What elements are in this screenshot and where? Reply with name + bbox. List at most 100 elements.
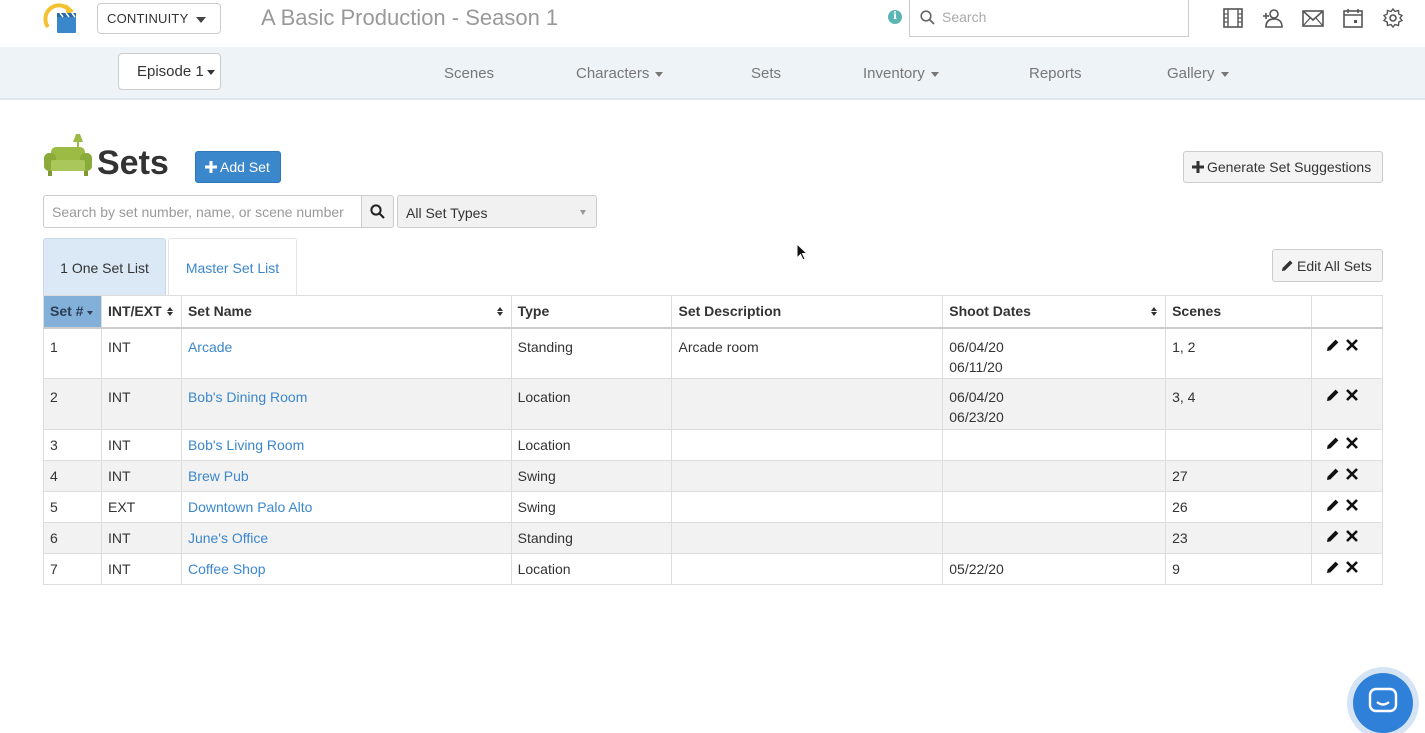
set-name-link[interactable]: Brew Pub bbox=[188, 468, 249, 484]
shoot-date: 06/04/20 bbox=[949, 338, 1004, 355]
nav-gallery[interactable]: Gallery bbox=[1167, 65, 1229, 82]
mail-icon[interactable] bbox=[1302, 8, 1324, 28]
nav-scenes[interactable]: Scenes bbox=[444, 65, 494, 82]
nav-characters[interactable]: Characters bbox=[576, 65, 664, 82]
cell-type: Location bbox=[510, 553, 673, 585]
tab-one-set-list[interactable]: 1 One Set List bbox=[43, 238, 166, 295]
pencil-icon[interactable] bbox=[1326, 498, 1340, 512]
pencil-icon[interactable] bbox=[1326, 467, 1340, 481]
nav-sets[interactable]: Sets bbox=[751, 65, 781, 82]
close-icon[interactable] bbox=[1345, 560, 1359, 574]
workspace-select-label: CONTINUITY bbox=[107, 11, 189, 26]
cell-set-number: 3 bbox=[43, 429, 102, 461]
shoot-date: 06/23/20 bbox=[949, 409, 1004, 425]
table-row: 4 INT Brew Pub Swing 27 bbox=[43, 460, 1384, 492]
generate-set-suggestions-button[interactable]: Generate Set Suggestions bbox=[1183, 151, 1383, 183]
table-row: 1 INT Arcade Standing Arcade room 06/04/… bbox=[43, 327, 1384, 379]
cell-description: Arcade room bbox=[671, 327, 944, 379]
table-row: 5 EXT Downtown Palo Alto Swing 26 bbox=[43, 491, 1384, 523]
cell-set-number: 2 bbox=[43, 378, 102, 430]
set-search-input[interactable] bbox=[52, 204, 352, 220]
close-icon[interactable] bbox=[1345, 338, 1359, 352]
column-header-set-number[interactable]: Set # bbox=[43, 295, 102, 329]
pencil-icon[interactable] bbox=[1326, 529, 1340, 543]
cell-scenes: 1, 2 bbox=[1165, 327, 1312, 379]
column-header-int-ext[interactable]: INT/EXT bbox=[100, 295, 182, 329]
column-header-type: Type bbox=[510, 295, 673, 329]
episode-select[interactable]: Episode 1 bbox=[118, 53, 221, 90]
set-name-link[interactable]: Bob's Dining Room bbox=[188, 389, 307, 405]
global-search-input[interactable] bbox=[942, 9, 1177, 25]
shoot-date: 06/11/20 bbox=[949, 358, 1003, 375]
cell-description bbox=[671, 429, 944, 461]
cell-shoot-dates bbox=[942, 429, 1167, 461]
pencil-icon[interactable] bbox=[1326, 436, 1340, 450]
info-icon[interactable]: i bbox=[888, 10, 902, 24]
close-icon[interactable] bbox=[1345, 529, 1359, 543]
column-header-set-description: Set Description bbox=[671, 295, 944, 329]
cell-actions bbox=[1310, 460, 1384, 492]
table-row: 3 INT Bob's Living Room Location bbox=[43, 429, 1384, 461]
table-row: 6 INT June's Office Standing 23 bbox=[43, 522, 1384, 554]
film-icon[interactable] bbox=[1222, 8, 1244, 28]
tab-master-set-list[interactable]: Master Set List bbox=[168, 238, 297, 295]
set-name-link[interactable]: Downtown Palo Alto bbox=[188, 499, 313, 515]
cell-scenes: 9 bbox=[1165, 553, 1312, 585]
set-name-link[interactable]: Coffee Shop bbox=[188, 561, 266, 577]
close-icon[interactable] bbox=[1345, 388, 1359, 402]
cell-actions bbox=[1310, 327, 1384, 379]
set-name-link[interactable]: June's Office bbox=[188, 530, 268, 546]
page-title: Sets bbox=[97, 144, 169, 182]
close-icon[interactable] bbox=[1345, 436, 1359, 450]
cell-description bbox=[671, 491, 944, 523]
set-type-filter[interactable]: All Set Types bbox=[397, 195, 597, 228]
episode-select-label: Episode 1 bbox=[137, 63, 204, 80]
cell-shoot-dates bbox=[942, 460, 1167, 492]
calendar-icon[interactable] bbox=[1342, 8, 1364, 28]
top-header: CONTINUITY A Basic Production - Season 1… bbox=[0, 0, 1425, 47]
cell-int-ext: INT bbox=[100, 327, 182, 379]
cell-description bbox=[671, 553, 944, 585]
nav-reports[interactable]: Reports bbox=[1029, 65, 1082, 82]
sort-icon bbox=[167, 307, 173, 316]
cell-scenes: 23 bbox=[1165, 522, 1312, 554]
cell-actions bbox=[1310, 429, 1384, 461]
chevron-down-icon bbox=[930, 71, 939, 77]
cell-int-ext: INT bbox=[100, 378, 182, 430]
pencil-icon[interactable] bbox=[1326, 388, 1340, 402]
chevron-down-icon bbox=[207, 70, 215, 75]
cell-type: Swing bbox=[510, 460, 673, 492]
table-row: 2 INT Bob's Dining Room Location 06/04/2… bbox=[43, 378, 1384, 430]
workspace-select[interactable]: CONTINUITY bbox=[97, 3, 221, 34]
cell-set-number: 7 bbox=[43, 553, 102, 585]
close-icon[interactable] bbox=[1345, 467, 1359, 481]
pencil-icon[interactable] bbox=[1326, 560, 1340, 574]
set-name-link[interactable]: Bob's Living Room bbox=[188, 437, 304, 453]
cell-actions bbox=[1310, 522, 1384, 554]
set-name-link[interactable]: Arcade bbox=[188, 339, 232, 355]
close-icon[interactable] bbox=[1345, 498, 1359, 512]
set-search-button[interactable] bbox=[361, 195, 394, 228]
cell-type: Standing bbox=[510, 327, 673, 379]
app-logo-icon[interactable] bbox=[40, 1, 78, 35]
search-icon bbox=[370, 204, 385, 219]
nav-inventory[interactable]: Inventory bbox=[863, 65, 939, 82]
add-person-icon[interactable] bbox=[1262, 8, 1284, 28]
column-header-set-name[interactable]: Set Name bbox=[180, 295, 512, 329]
pencil-icon[interactable] bbox=[1326, 338, 1340, 352]
sofa-icon bbox=[44, 134, 92, 176]
sort-desc-icon bbox=[87, 310, 94, 315]
edit-all-sets-button[interactable]: Edit All Sets bbox=[1272, 249, 1383, 282]
cell-description bbox=[671, 378, 944, 430]
search-icon bbox=[920, 10, 935, 25]
cell-scenes: 27 bbox=[1165, 460, 1312, 492]
column-header-shoot-dates[interactable]: Shoot Dates bbox=[942, 295, 1167, 329]
chat-launcher-button[interactable] bbox=[1353, 673, 1413, 733]
cell-type: Standing bbox=[510, 522, 673, 554]
cell-shoot-dates bbox=[942, 491, 1167, 523]
table-row: 7 INT Coffee Shop Location 05/22/20 9 bbox=[43, 553, 1384, 585]
add-set-button[interactable]: Add Set bbox=[195, 151, 281, 183]
gear-icon[interactable] bbox=[1382, 8, 1404, 28]
cell-shoot-dates: 06/04/20 06/23/20 bbox=[942, 378, 1167, 430]
cell-scenes: 3, 4 bbox=[1165, 378, 1312, 430]
